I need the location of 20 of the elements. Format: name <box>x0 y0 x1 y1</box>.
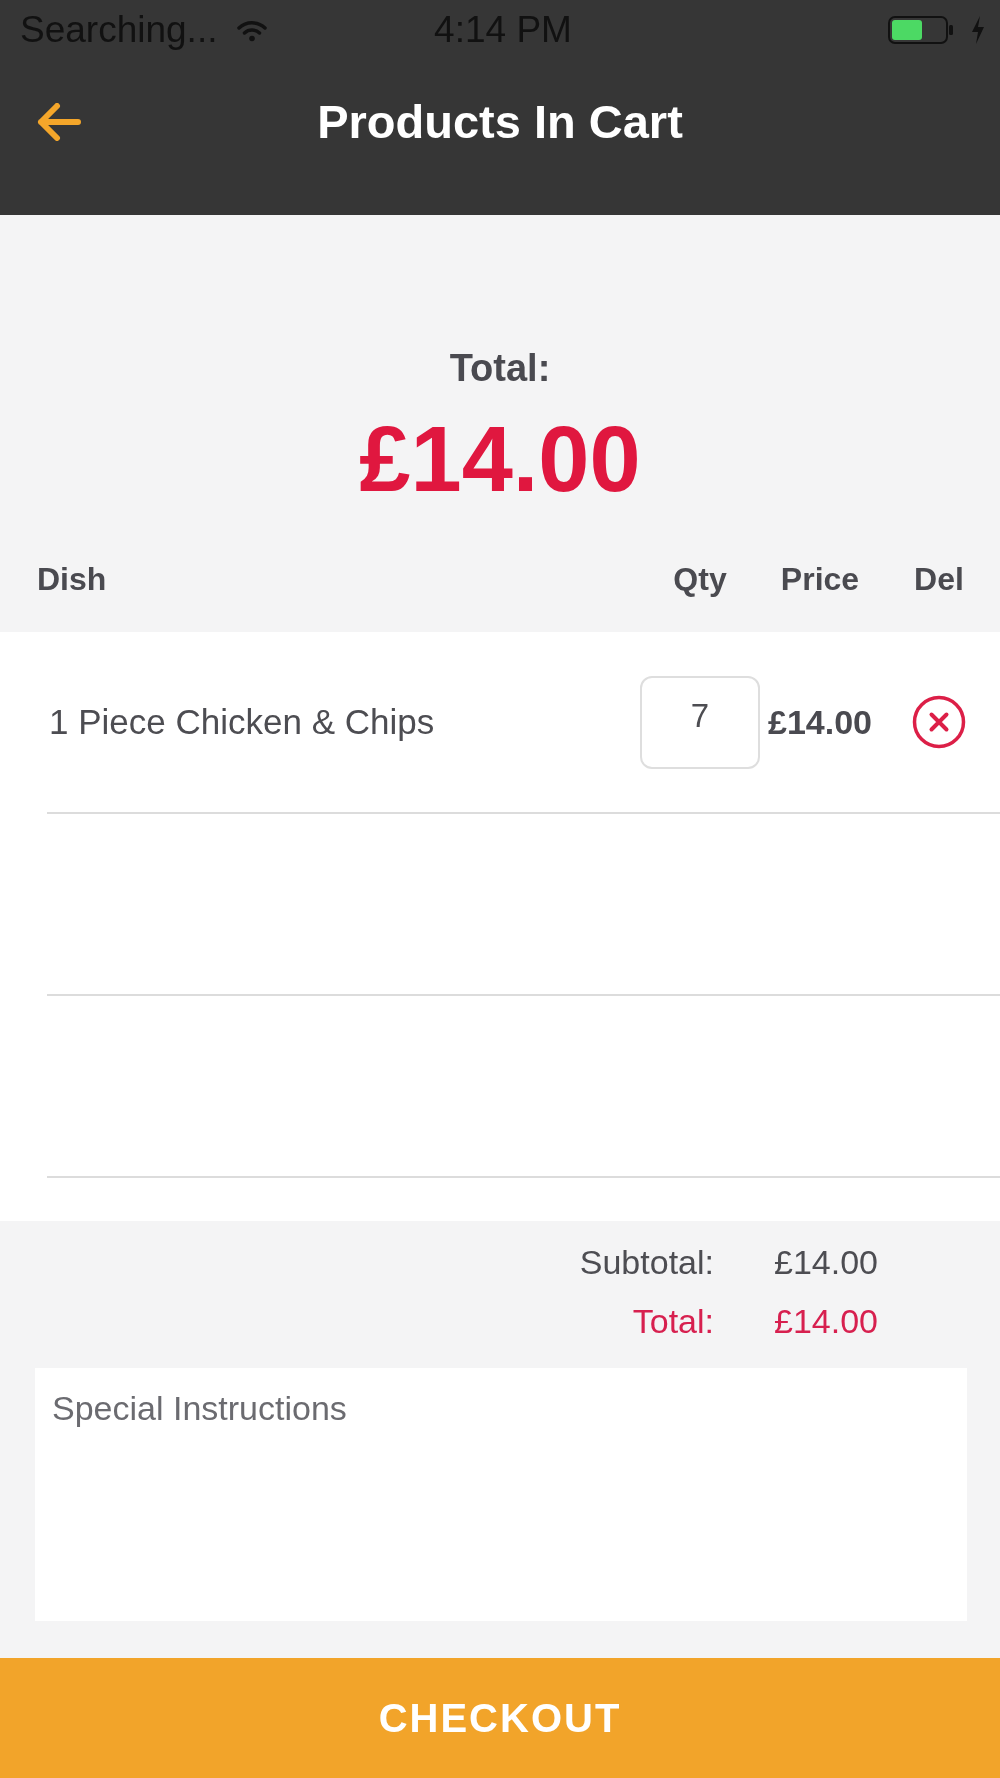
dish-name: 1 Piece Chicken & Chips <box>48 701 436 743</box>
column-header: Qty <box>672 560 728 599</box>
quantity-field[interactable]: 7 <box>640 675 760 769</box>
page-title: Products In Cart <box>317 94 683 150</box>
total-label: Total: <box>449 346 551 390</box>
column-header: Price <box>779 560 861 599</box>
subtotal-value: £14.00 <box>774 1242 879 1282</box>
total-value: £14.00 <box>774 1301 879 1341</box>
item-price: £14.00 <box>768 702 872 743</box>
bolt-icon <box>970 16 986 44</box>
instructions-field[interactable]: Special Instructions <box>35 1368 967 1621</box>
left-arrow-icon[interactable] <box>37 103 81 141</box>
battery-icon <box>888 16 954 44</box>
total-amount: £14.00 <box>359 413 641 505</box>
column-header: Del <box>913 560 965 599</box>
x-circle-icon[interactable] <box>912 695 966 749</box>
subtotal-label: Subtotal: <box>579 1242 714 1282</box>
total-label: Total: <box>632 1301 714 1341</box>
wifi-icon <box>237 18 268 42</box>
column-header: Dish <box>36 560 108 599</box>
